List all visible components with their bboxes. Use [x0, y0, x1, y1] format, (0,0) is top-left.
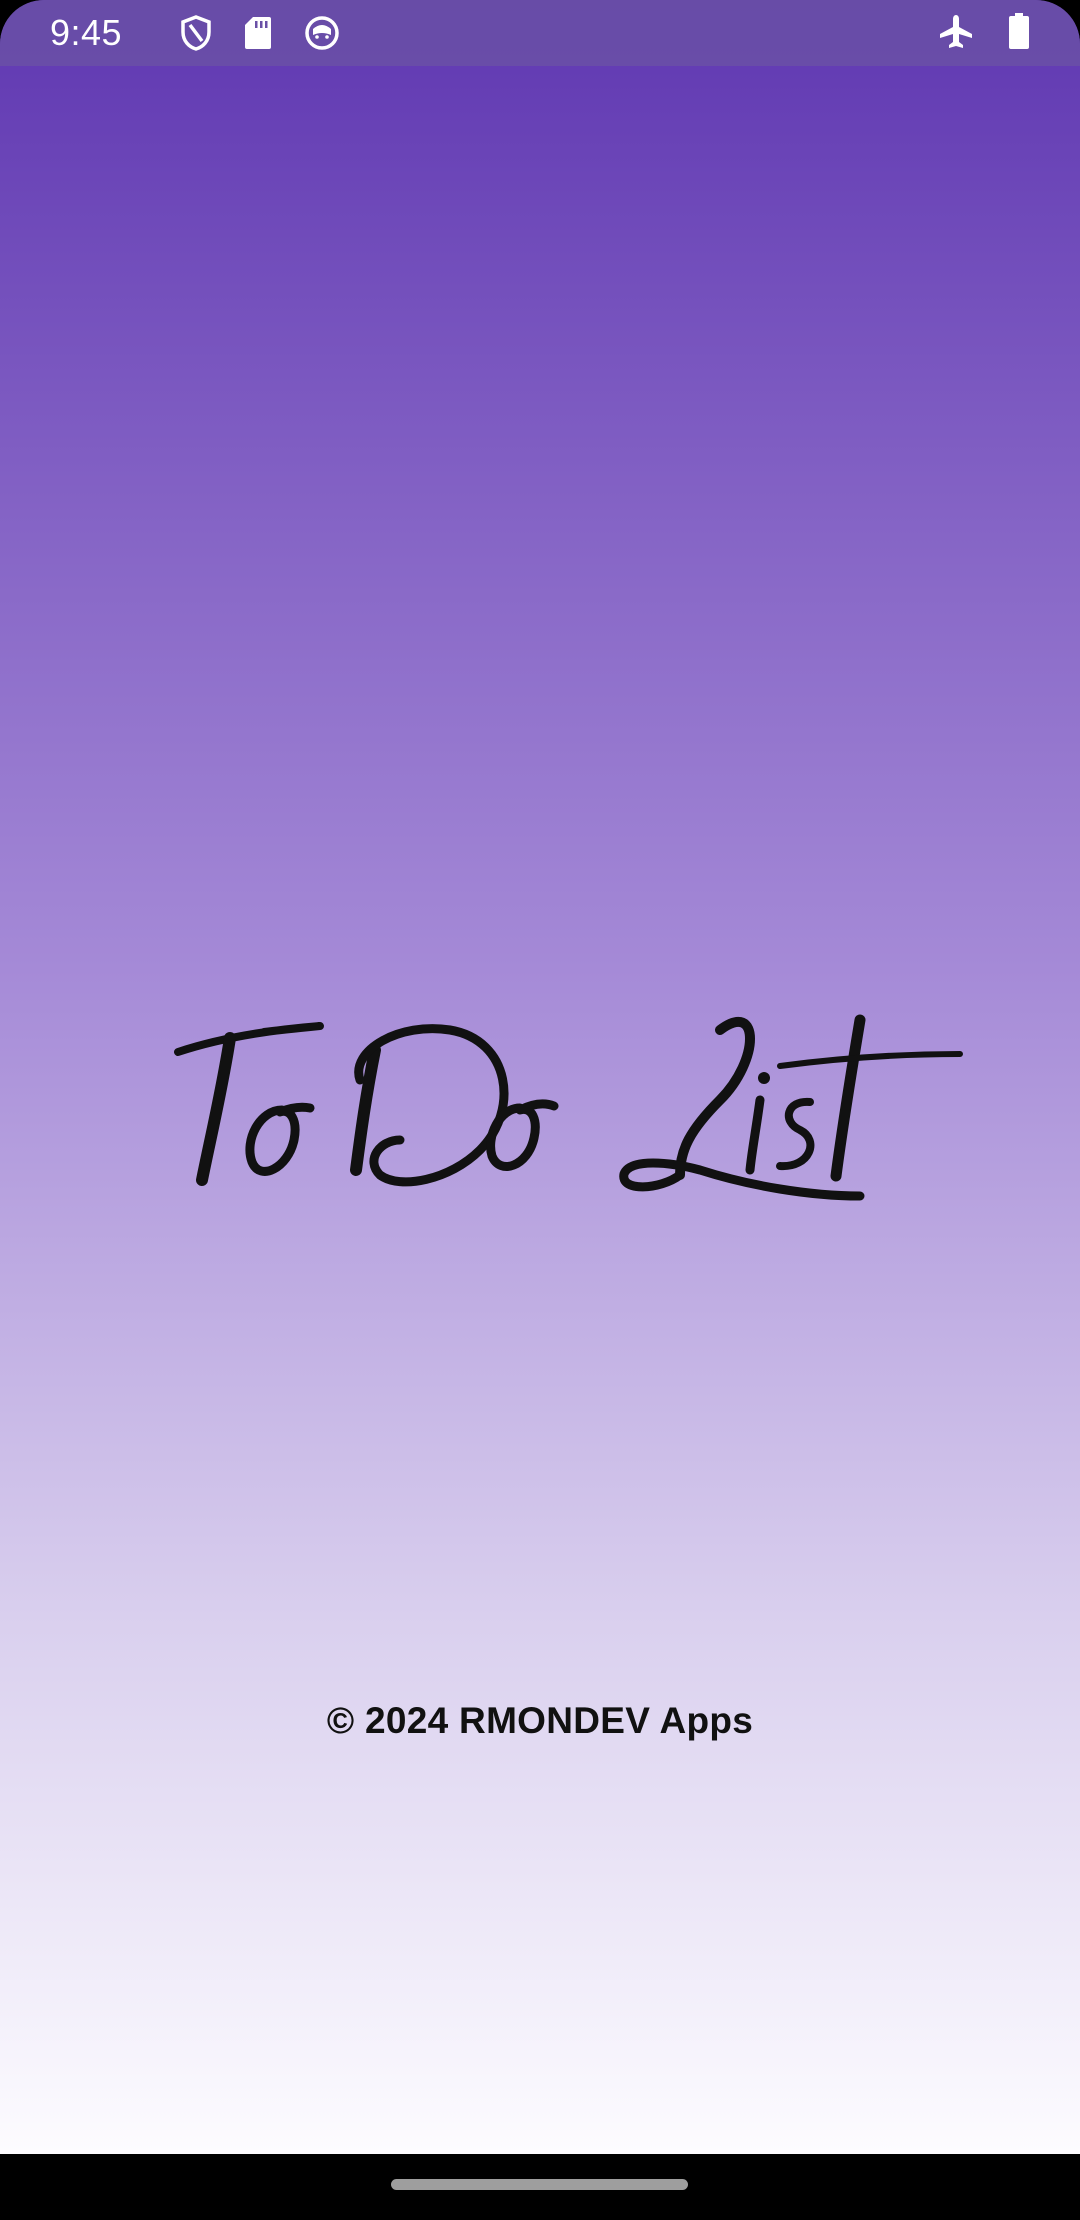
home-gesture-handle[interactable] — [391, 2179, 688, 2190]
shield-icon — [180, 15, 212, 51]
status-bar: 9:45 — [0, 0, 1080, 66]
airplane-mode-icon — [938, 13, 974, 54]
splash-screen: 9:45 © 2024 RMONDEV Apps — [0, 0, 1080, 2220]
status-time: 9:45 — [50, 12, 123, 53]
app-logo-to-do-list — [174, 1014, 963, 1201]
battery-icon — [1008, 12, 1030, 54]
copyright-text: © 2024 RMONDEV Apps — [326, 1700, 754, 1741]
cat-face-icon — [304, 15, 340, 51]
sd-card-icon — [244, 16, 272, 50]
